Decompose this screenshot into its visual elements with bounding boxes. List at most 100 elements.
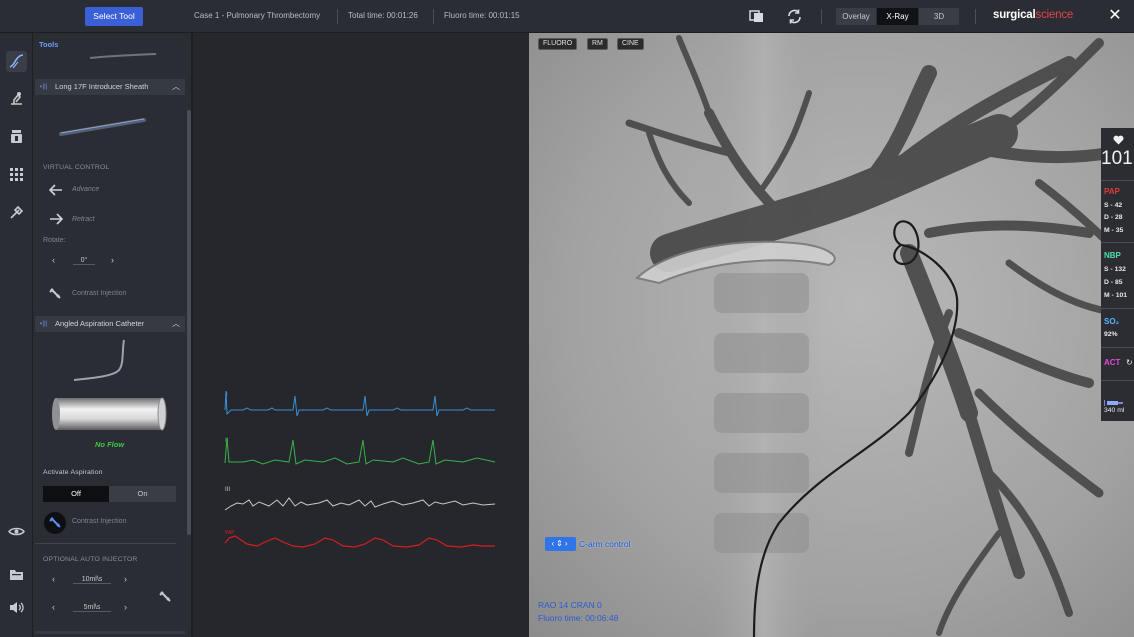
previous-tool-image xyxy=(89,53,157,59)
contrast-injection-label[interactable]: Contrast Injection xyxy=(72,290,126,297)
left-icon-bar xyxy=(0,33,33,637)
sound-icon[interactable] xyxy=(6,597,27,618)
act-label: ACT xyxy=(1104,358,1121,367)
tools-title: Tools xyxy=(39,40,59,49)
ecg-waveforms: I II III PAP xyxy=(224,390,496,548)
aspiration-cylinder xyxy=(52,397,167,431)
view-mode-3d[interactable]: 3D xyxy=(919,8,959,25)
brand-accent: science xyxy=(1035,9,1074,21)
catheter-image xyxy=(73,339,125,381)
flow-status: No Flow xyxy=(95,440,125,449)
ecg-label-lead-3: III xyxy=(225,487,230,493)
contrast-syringe-icon[interactable] xyxy=(48,287,62,306)
top-bar: Select Tool Case 1 - Pulmonary Thrombect… xyxy=(0,0,1134,33)
so2-value: 92% xyxy=(1104,331,1118,338)
contrast-injection-label[interactable]: Contrast Injection xyxy=(72,518,126,525)
pap-systolic: S - 42 xyxy=(1104,202,1123,209)
divider xyxy=(1101,380,1134,381)
advance-label[interactable]: Advance xyxy=(72,186,99,193)
auto-injector-label: OPTIONAL AUTO INJECTOR xyxy=(43,556,138,563)
pap-label: PAP xyxy=(1104,187,1120,196)
refresh-icon[interactable] xyxy=(786,8,803,25)
contrast-syringe-icon[interactable] xyxy=(44,512,66,534)
nbp-diastolic: D - 85 xyxy=(1104,279,1123,286)
xray-viewport[interactable]: FLUORO RM CINE ‹⇕› C-arm control RAO 14 … xyxy=(529,33,1134,637)
ecg-panel: I II III PAP xyxy=(195,33,529,637)
apps-grid-icon[interactable] xyxy=(6,164,27,185)
select-tool-button[interactable]: Select Tool xyxy=(85,7,143,26)
vitals-panel: 101 PAP S - 42 D - 28 M - 35 NBP S - 132… xyxy=(1101,128,1134,421)
ecg-trace-lead-1 xyxy=(224,390,495,417)
fluoro-time-overlay: Fluoro time: 00:06:48 xyxy=(538,613,619,623)
nbp-systolic: S - 132 xyxy=(1104,266,1126,273)
brand-main: surgical xyxy=(993,9,1036,21)
view-mode-overlay[interactable]: Overlay xyxy=(836,8,876,25)
ecg-label-pap: PAP xyxy=(225,530,235,536)
settings-icon[interactable] xyxy=(6,202,27,223)
fluoro-time: Fluoro time: 00:01:15 xyxy=(444,11,520,20)
chevron-up-icon[interactable]: ︿ xyxy=(172,316,180,332)
catheter-title: Angled Aspiration Catheter xyxy=(55,319,145,328)
ecg-label-lead-2: II xyxy=(225,438,229,444)
case-title: Case 1 - Pulmonary Thrombectomy xyxy=(194,11,321,20)
chevron-up-icon[interactable]: ︿ xyxy=(172,79,180,95)
divider xyxy=(35,543,176,544)
contrast-volume: 340 ml xyxy=(1104,407,1125,414)
medication-icon[interactable] xyxy=(6,126,27,147)
virtual-control-label: VIRTUAL CONTROL xyxy=(43,164,110,171)
c-arm-angle: RAO 14 CRAN 0 xyxy=(538,600,602,610)
nbp-label: NBP xyxy=(1104,251,1121,260)
eye-icon[interactable] xyxy=(6,521,27,542)
fluoro-badge[interactable]: FLUORO xyxy=(538,38,578,50)
volume-decrease-icon[interactable]: ‹ xyxy=(52,602,55,612)
divider xyxy=(1101,308,1134,309)
divider xyxy=(433,9,434,24)
divider xyxy=(337,9,338,24)
ecg-trace-pap xyxy=(224,535,495,548)
c-arm-buttons-icon[interactable]: ‹⇕› xyxy=(545,537,576,551)
total-time: Total time: 00:01:26 xyxy=(348,11,418,20)
aspiration-off-button[interactable]: Off xyxy=(43,486,109,502)
panel-bottom-bar xyxy=(35,631,185,634)
injector-rate-value[interactable]: 10ml\s xyxy=(73,576,111,584)
ecg-trace-lead-3 xyxy=(224,497,496,511)
so2-label: SO₂ xyxy=(1104,317,1120,326)
sheath-header[interactable]: ◖||| Long 17F Introducer Sheath ︿ xyxy=(35,79,185,95)
rotate-value[interactable]: 0° xyxy=(73,257,95,265)
c-arm-label: C-arm control xyxy=(579,539,631,549)
nbp-mean: M - 101 xyxy=(1104,292,1128,299)
pap-diastolic: D - 28 xyxy=(1104,214,1123,221)
volume-increase-icon[interactable]: › xyxy=(124,602,127,612)
tools-icon[interactable] xyxy=(6,51,27,72)
rate-increase-icon[interactable]: › xyxy=(124,574,127,584)
rate-decrease-icon[interactable]: ‹ xyxy=(52,574,55,584)
sheath-image xyxy=(59,118,146,136)
view-mode-xray[interactable]: X-Ray xyxy=(877,8,918,25)
cath-lab-icon[interactable] xyxy=(6,88,27,109)
injector-volume-value[interactable]: 5ml\s xyxy=(73,604,111,612)
catheter-header[interactable]: ◖||| Angled Aspiration Catheter ︿ xyxy=(35,316,185,332)
close-button[interactable]: ✕ xyxy=(1106,7,1124,25)
retract-label[interactable]: Retract xyxy=(72,216,95,223)
folder-icon[interactable] xyxy=(6,564,27,585)
tools-panel: Tools ◖||| Long 17F Introducer Sheath ︿ … xyxy=(33,33,193,637)
tool-tag-icon: ◖||| xyxy=(39,321,48,327)
arrow-left-icon[interactable] xyxy=(48,183,63,200)
cine-badge[interactable]: CINE xyxy=(617,38,644,50)
ecg-label-lead-1: I xyxy=(226,392,228,398)
pap-mean: M - 35 xyxy=(1104,227,1124,234)
brand-logo: surgicalscience xyxy=(993,9,1073,21)
divider xyxy=(975,9,976,24)
activate-aspiration-label: Activate Aspiration xyxy=(43,469,103,476)
sheath-title: Long 17F Introducer Sheath xyxy=(55,82,149,91)
rotate-increase-icon[interactable]: › xyxy=(111,255,114,265)
rotate-decrease-icon[interactable]: ‹ xyxy=(52,255,55,265)
injector-syringe-icon[interactable] xyxy=(157,589,173,610)
arrow-right-icon[interactable] xyxy=(49,212,64,229)
aspiration-on-button[interactable]: On xyxy=(109,486,176,502)
rm-badge[interactable]: RM xyxy=(587,38,608,50)
divider xyxy=(1101,347,1134,348)
act-refresh-icon[interactable]: ↻ xyxy=(1126,358,1133,367)
tools-scrollbar[interactable] xyxy=(187,110,191,535)
monitor-layout-icon[interactable] xyxy=(748,8,765,25)
